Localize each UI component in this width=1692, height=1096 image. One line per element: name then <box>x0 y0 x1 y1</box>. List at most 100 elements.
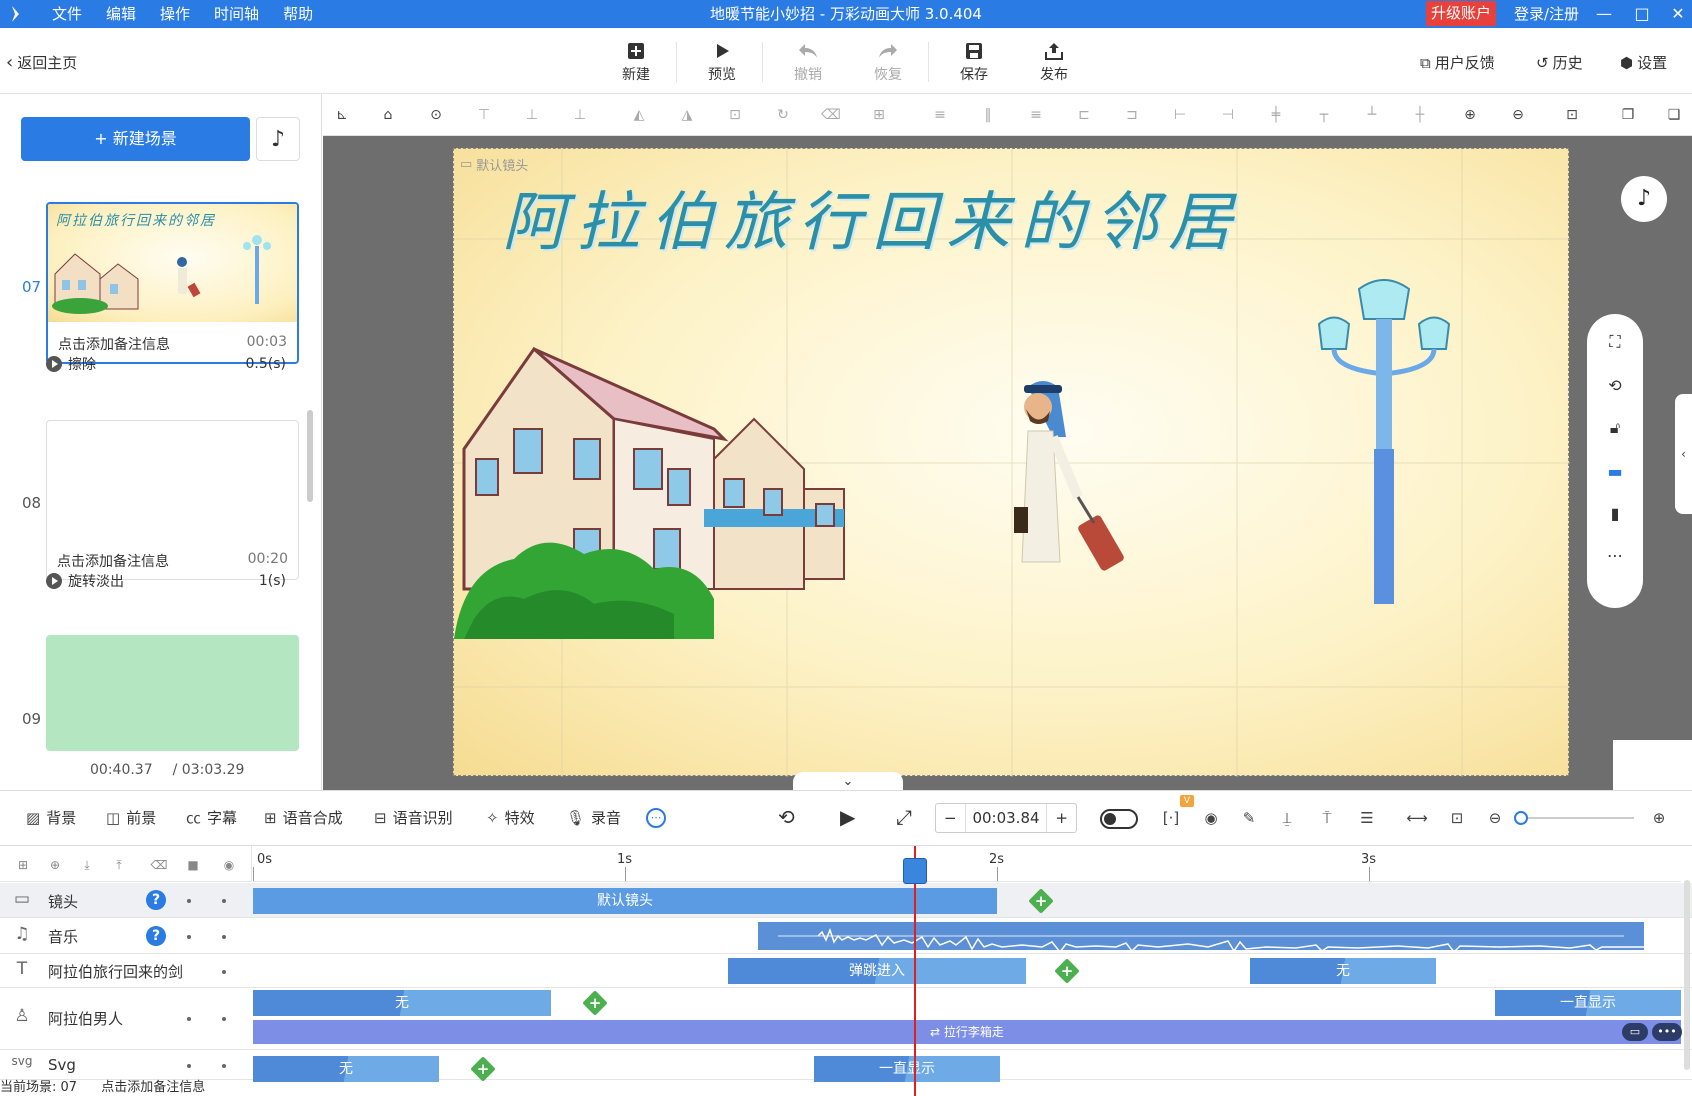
note-status[interactable]: 点击添加备注信息 <box>101 1080 205 1095</box>
zoom-out-timeline-icon[interactable]: ⊖ <box>1484 807 1506 829</box>
menu-help[interactable]: 帮助 <box>271 0 325 28</box>
track-title-text[interactable]: T 阿拉伯旅行回来的剑 弹跳进入 无 <box>0 954 1692 988</box>
timeline-scrollbar[interactable] <box>1684 880 1690 1070</box>
lock-icon[interactable]: ⊡ <box>1561 104 1583 126</box>
rotate-icon[interactable]: ↻ <box>772 104 794 126</box>
upgrade-button[interactable]: 升级账户 <box>1426 1 1496 26</box>
menu-file[interactable]: 文件 <box>40 0 94 28</box>
camera-icon[interactable]: ◉ <box>1200 807 1222 829</box>
add-keyframe-icon[interactable] <box>582 990 608 1016</box>
unlock-icon[interactable]: ⊡ <box>724 104 746 126</box>
canvas-area[interactable]: ▭ 默认镜头 阿拉伯旅行回来的邻居 ♪ ⛶ ⟲ 🔓︎ ▬ ▮ ⋯ ‹ ⌄ <box>323 136 1692 790</box>
new-scene-button[interactable]: + 新建场景 <box>21 117 250 161</box>
undo-button[interactable]: 撤销 <box>778 38 838 84</box>
one-to-one-icon[interactable]: ⊡ <box>1446 807 1468 829</box>
align-top-edge-icon[interactable]: ┬ <box>1313 104 1335 126</box>
scene-card-07[interactable]: 阿拉伯旅行回来的邻居 点击添加备注信息 00:03 <box>46 202 299 364</box>
landscape-screen-icon[interactable]: ▬ <box>1601 458 1629 486</box>
track-camera[interactable]: ▭ 镜头 ? 默认镜头 <box>0 883 1692 918</box>
always-show-clip[interactable]: 一直显示 <box>814 1056 1000 1082</box>
zoom-out-icon[interactable]: ⊖ <box>1507 104 1529 126</box>
flip-vertical-icon[interactable]: ◮ <box>676 104 698 126</box>
tts-button[interactable]: ⊞ 语音合成 <box>264 807 343 828</box>
more-horizontal-icon[interactable]: ⋯ <box>1601 542 1629 570</box>
align-right-icon[interactable]: ⊣ <box>1217 104 1239 126</box>
track-music[interactable]: ♫ 音乐 ? <box>0 918 1692 954</box>
scene-note[interactable]: 点击添加备注信息 <box>58 334 170 354</box>
none-clip[interactable]: 无 <box>253 1056 439 1082</box>
edit-icon[interactable]: ✎ <box>1238 807 1260 829</box>
arab-man-character[interactable] <box>1008 377 1148 577</box>
back-home-button[interactable]: ‹ 返回主页 <box>6 52 77 73</box>
help-icon[interactable]: ? <box>146 926 166 946</box>
filter-icon[interactable]: ⍑ <box>1316 807 1338 829</box>
music-waveform-clip[interactable] <box>758 922 1652 954</box>
zoom-in-icon[interactable]: ⊕ <box>1459 104 1481 126</box>
street-lamp-illustration[interactable] <box>1314 279 1454 609</box>
more-circle-icon[interactable]: ⊙ <box>425 104 447 126</box>
add-keyframe-icon[interactable] <box>1054 958 1080 984</box>
align-bottom-edge-icon[interactable]: ┴ <box>1361 104 1383 126</box>
camera-clip[interactable]: 默认镜头 <box>253 888 997 914</box>
group-icon[interactable]: ⊞ <box>868 104 890 126</box>
scene-scrollbar[interactable] <box>307 410 313 502</box>
track-svg[interactable]: svg Svg 无 一直显示 <box>0 1050 1692 1082</box>
zoom-in-timeline-icon[interactable]: ⊕ <box>1648 807 1670 829</box>
music-float-button[interactable]: ♪ <box>1621 176 1667 222</box>
bounce-in-clip[interactable]: 弹跳进入 <box>728 958 1026 984</box>
preview-button[interactable]: 预览 <box>692 38 752 84</box>
align-left-edge-icon[interactable]: ≡ <box>929 104 951 126</box>
menu-edit[interactable]: 编辑 <box>94 0 148 28</box>
fit-width-icon[interactable]: ⟷ <box>1406 807 1428 829</box>
lock-layer-icon[interactable]: ■ <box>184 856 202 874</box>
maximize-icon[interactable]: □ <box>1628 0 1656 28</box>
transition-row[interactable]: 旋转淡出 1(s) <box>46 571 286 591</box>
flip-horizontal-icon[interactable]: ◭ <box>628 104 650 126</box>
menu-timeline[interactable]: 时间轴 <box>202 0 271 28</box>
history-button[interactable]: ↺ 历史 <box>1536 52 1583 73</box>
scene-note[interactable]: 点击添加备注信息 <box>57 551 169 571</box>
menu-operate[interactable]: 操作 <box>148 0 202 28</box>
scene-card-09[interactable] <box>46 635 299 751</box>
bracket-icon[interactable]: [·] <box>1160 807 1182 829</box>
split-icon[interactable]: ⍊ <box>1276 807 1298 829</box>
add-folder-icon[interactable]: ⊞ <box>14 856 32 874</box>
replay-icon[interactable]: ⟲ <box>778 805 795 829</box>
login-link[interactable]: 登录/注册 <box>1514 0 1579 28</box>
redo-button[interactable]: 恢复 <box>858 38 918 84</box>
playhead-handle[interactable] <box>903 858 927 884</box>
align-middle-icon[interactable]: ⊥ <box>521 104 543 126</box>
publish-button[interactable]: 发布 <box>1024 38 1084 84</box>
subtitle-button[interactable]: ㏄字幕 <box>186 807 237 828</box>
scene-card-08[interactable]: 点击添加备注信息 00:20 <box>46 420 299 580</box>
zoom-slider-knob[interactable] <box>1514 811 1528 825</box>
effects-button[interactable]: ✧ 特效 <box>486 807 535 828</box>
stage[interactable]: ▭ 默认镜头 阿拉伯旅行回来的邻居 <box>453 148 1570 777</box>
minimap-view[interactable] <box>1613 740 1692 790</box>
fullscreen-icon[interactable]: ⤢ <box>896 805 912 829</box>
transition-row[interactable]: 擦除 0.5(s) <box>46 354 286 374</box>
home-icon[interactable]: ⌂ <box>377 104 399 126</box>
eye-icon[interactable]: ◉ <box>220 856 238 874</box>
align-hcenter-icon[interactable]: ╪ <box>1265 104 1287 126</box>
play-icon[interactable]: ▶ <box>840 805 855 829</box>
time-ruler[interactable]: 0s 1s 2s 3s <box>253 846 1681 882</box>
align-top-icon[interactable]: ⊤ <box>473 104 495 126</box>
move-down-icon[interactable]: ⤓ <box>78 856 96 874</box>
save-button[interactable]: 保存 <box>944 38 1004 84</box>
copy-icon[interactable]: ❐ <box>1617 104 1639 126</box>
help-icon[interactable]: ? <box>146 890 166 910</box>
adjust-icon[interactable]: ☰ <box>1356 807 1378 829</box>
unlock-icon[interactable]: 🔓︎ <box>1601 414 1629 442</box>
distribute-v-icon[interactable]: ⊏ <box>1073 104 1095 126</box>
align-bottom-icon[interactable]: ⊥ <box>569 104 591 126</box>
time-stepper[interactable]: − 00:03.84 + <box>935 803 1077 833</box>
move-up-icon[interactable]: ⤒ <box>110 856 128 874</box>
collapse-timeline-button[interactable]: ⌄ <box>793 772 903 790</box>
track-arab-man[interactable]: ♙ 阿拉伯男人 无 一直显示 ⇄ 拉行李箱走 ▭ ••• <box>0 988 1692 1050</box>
fit-screen-icon[interactable]: ⛶ <box>1601 328 1629 356</box>
minimize-icon[interactable]: — <box>1590 0 1618 28</box>
none-clip[interactable]: 无 <box>1250 958 1436 984</box>
align-left-icon[interactable]: ⊢ <box>1169 104 1191 126</box>
scene-music-button[interactable]: ♪ <box>256 117 300 161</box>
